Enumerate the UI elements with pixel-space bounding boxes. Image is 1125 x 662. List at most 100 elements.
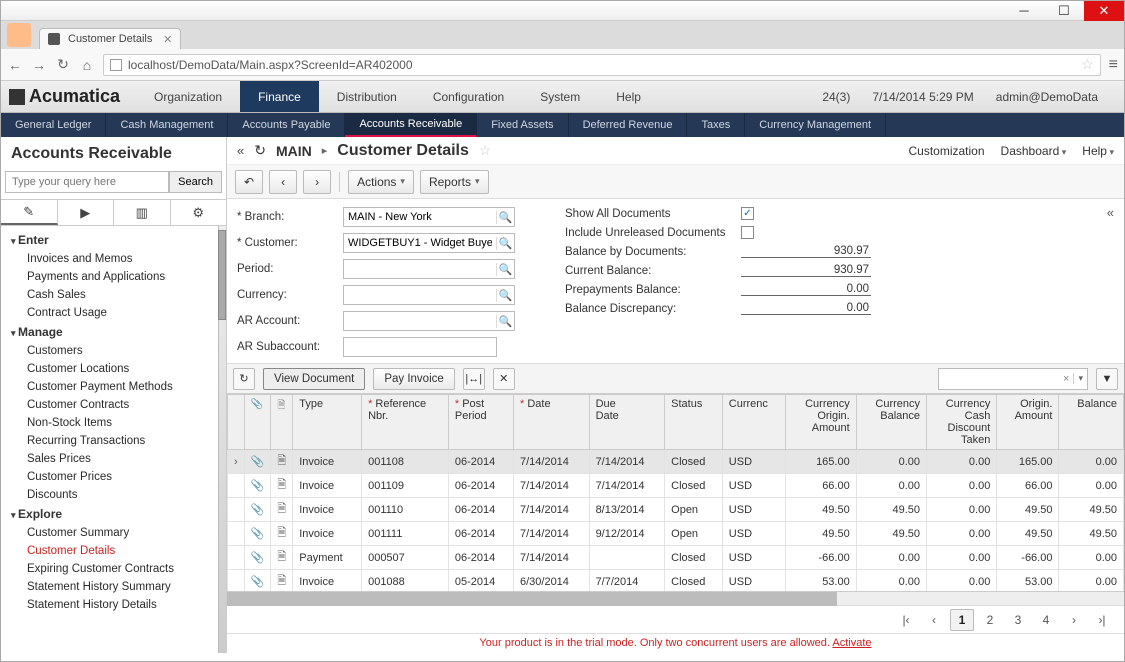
module-search-button[interactable]: Search (169, 171, 222, 193)
app-menu-help[interactable]: Help (598, 81, 659, 112)
col-header[interactable]: Currenc (722, 395, 786, 450)
collapse-left-icon[interactable]: « (237, 143, 244, 158)
notification-count[interactable]: 24(3) (822, 90, 850, 104)
tree-group-explore[interactable]: Explore (1, 504, 226, 524)
export-icon[interactable]: ✕ (493, 368, 515, 390)
page-refresh-icon[interactable]: ↻ (254, 142, 266, 159)
app-menu-system[interactable]: System (522, 81, 598, 112)
grid-horizontal-scrollbar[interactable] (227, 591, 1124, 605)
tree-item-customer-summary[interactable]: Customer Summary (1, 524, 226, 542)
currency-selector[interactable]: 🔍 (343, 285, 515, 305)
app-menu-organization[interactable]: Organization (136, 81, 240, 112)
tree-group-manage[interactable]: Manage (1, 322, 226, 342)
include-unrel-checkbox[interactable] (741, 226, 754, 239)
cell[interactable]: 🗎 (271, 570, 293, 592)
pager-page-4[interactable]: 4 (1034, 609, 1058, 631)
left-tab-edit[interactable]: ✎ (1, 200, 58, 225)
tree-item-non-stock-items[interactable]: Non-Stock Items (1, 414, 226, 432)
lookup-icon[interactable]: 🔍 (496, 315, 514, 328)
help-dropdown[interactable]: Help (1082, 144, 1114, 158)
ar-sub-selector[interactable] (343, 337, 497, 357)
browser-home-icon[interactable]: ⌂ (79, 57, 95, 73)
subnav-accounts-payable[interactable]: Accounts Payable (228, 113, 345, 137)
app-menu-configuration[interactable]: Configuration (415, 81, 522, 112)
undo-button[interactable]: ↶ (235, 170, 263, 194)
reports-dropdown[interactable]: Reports (420, 170, 489, 194)
browser-reload-icon[interactable]: ↻ (55, 57, 71, 73)
tab-close-icon[interactable]: ✕ (163, 33, 172, 46)
currency-input[interactable] (344, 286, 496, 304)
cell[interactable]: 📎 (244, 570, 271, 592)
pager-page-3[interactable]: 3 (1006, 609, 1030, 631)
cell[interactable] (228, 570, 245, 592)
show-all-checkbox[interactable]: ✓ (741, 207, 754, 220)
browser-tab[interactable]: Customer Details ✕ (39, 28, 181, 49)
tree-item-expiring-customer-contracts[interactable]: Expiring Customer Contracts (1, 560, 226, 578)
cell[interactable] (228, 522, 245, 546)
app-menu-finance[interactable]: Finance (240, 81, 319, 112)
left-tab-chart[interactable]: ▥ (114, 200, 171, 225)
pager-next-icon[interactable]: › (1062, 609, 1086, 631)
period-input[interactable] (344, 260, 496, 278)
col-header[interactable]: CurrencyBalance (856, 395, 926, 450)
tree-item-invoices-and-memos[interactable]: Invoices and Memos (1, 250, 226, 268)
app-user[interactable]: admin@DemoData (996, 90, 1098, 104)
grid-hscroll-thumb[interactable] (227, 592, 837, 606)
pager-page-2[interactable]: 2 (978, 609, 1002, 631)
cell[interactable]: › (228, 450, 245, 474)
browser-url-input[interactable]: localhost/DemoData/Main.aspx?ScreenId=AR… (103, 54, 1101, 76)
tree-item-customer-prices[interactable]: Customer Prices (1, 468, 226, 486)
window-minimize[interactable]: ─ (1004, 1, 1044, 21)
table-row[interactable]: 📎🗎Invoice00108805-20146/30/20147/7/2014C… (228, 570, 1124, 592)
cell[interactable]: 📎 (244, 498, 271, 522)
cell[interactable]: 🗎 (271, 474, 293, 498)
col-header[interactable]: CurrencyCashDiscountTaken (927, 395, 997, 450)
favorite-star-icon[interactable]: ☆ (479, 142, 492, 159)
form-collapse-icon[interactable]: « (1107, 205, 1114, 220)
app-menu-distribution[interactable]: Distribution (319, 81, 415, 112)
subnav-fixed-assets[interactable]: Fixed Assets (477, 113, 568, 137)
tree-item-sales-prices[interactable]: Sales Prices (1, 450, 226, 468)
cell[interactable]: 📎 (244, 474, 271, 498)
dashboard-dropdown[interactable]: Dashboard (1001, 144, 1067, 158)
window-close[interactable]: ✕ (1084, 1, 1124, 21)
actions-dropdown[interactable]: Actions (348, 170, 414, 194)
activate-link[interactable]: Activate (832, 637, 871, 649)
table-row[interactable]: 📎🗎Invoice00110906-20147/14/20147/14/2014… (228, 474, 1124, 498)
branch-selector[interactable]: 🔍 (343, 207, 515, 227)
tree-item-customer-contracts[interactable]: Customer Contracts (1, 396, 226, 414)
pager-page-1[interactable]: 1 (950, 609, 974, 631)
subnav-deferred-revenue[interactable]: Deferred Revenue (569, 113, 688, 137)
table-row[interactable]: 📎🗎Invoice00111106-20147/14/20149/12/2014… (228, 522, 1124, 546)
subnav-taxes[interactable]: Taxes (687, 113, 745, 137)
col-header[interactable]: Date (513, 395, 589, 450)
view-document-button[interactable]: View Document (263, 368, 365, 390)
cell[interactable]: 🗎 (271, 546, 293, 570)
tree-item-payments-and-applications[interactable]: Payments and Applications (1, 268, 226, 286)
col-header[interactable]: Type (293, 395, 362, 450)
brand-logo[interactable]: Acumatica (9, 86, 120, 107)
bookmark-star-icon[interactable]: ☆ (1081, 56, 1094, 73)
pager-first-icon[interactable]: |‹ (894, 609, 918, 631)
col-header[interactable]: Origin.Amount (997, 395, 1059, 450)
pager-prev-icon[interactable]: ‹ (922, 609, 946, 631)
clear-search-icon[interactable]: × (1063, 373, 1069, 385)
table-row[interactable]: 📎🗎Payment00050706-20147/14/2014ClosedUSD… (228, 546, 1124, 570)
grid-refresh-icon[interactable]: ↻ (233, 368, 255, 390)
cell[interactable]: 🗎 (271, 450, 293, 474)
lookup-icon[interactable]: 🔍 (496, 211, 514, 224)
cell[interactable]: 📎 (244, 546, 271, 570)
subnav-general-ledger[interactable]: General Ledger (1, 113, 106, 137)
customization-link[interactable]: Customization (909, 144, 985, 158)
tree-item-customer-details[interactable]: Customer Details (1, 542, 226, 560)
browser-menu-icon[interactable]: ≡ (1109, 56, 1118, 74)
lookup-icon[interactable]: 🔍 (496, 237, 514, 250)
cell[interactable] (228, 546, 245, 570)
subnav-currency-management[interactable]: Currency Management (745, 113, 886, 137)
table-row[interactable]: ›📎🗎Invoice00110806-20147/14/20147/14/201… (228, 450, 1124, 474)
tree-item-cash-sales[interactable]: Cash Sales (1, 286, 226, 304)
col-header[interactable]: DueDate (589, 395, 665, 450)
lookup-icon[interactable]: 🔍 (496, 263, 514, 276)
subnav-accounts-receivable[interactable]: Accounts Receivable (345, 113, 477, 137)
cell[interactable]: 🗎 (271, 522, 293, 546)
